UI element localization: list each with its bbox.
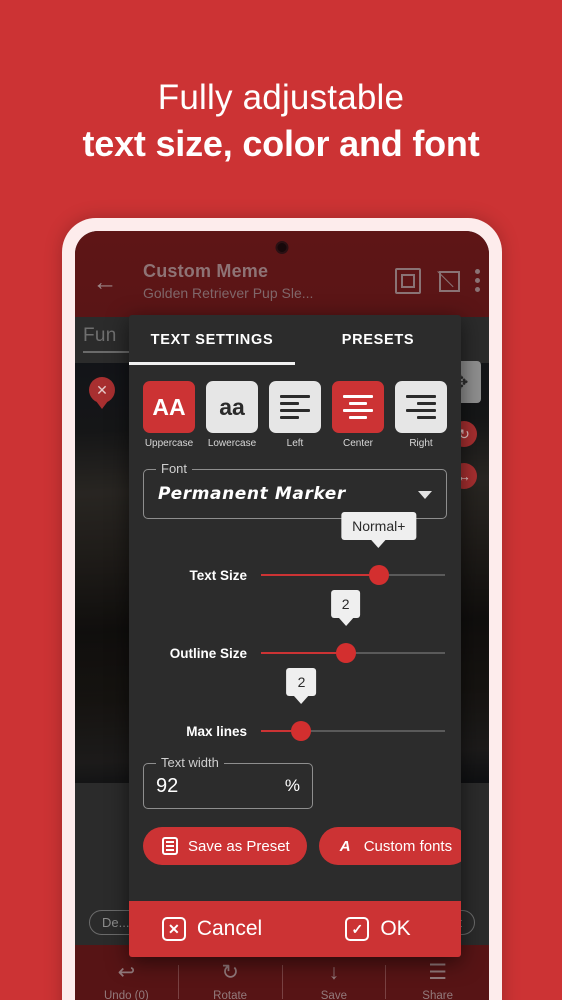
rotate-icon: ↻: [221, 961, 239, 984]
outline-size-slider[interactable]: 2: [261, 590, 445, 663]
app-top-bar: ← Custom Meme Golden Retriever Pup Sle..…: [75, 231, 489, 317]
text-settings-dialog: TEXT SETTINGS PRESETS AA Uppercase aa Lo…: [129, 315, 461, 957]
bottom-item-share[interactable]: ☰ Share: [386, 961, 489, 1000]
text-size-value-bubble: Normal+: [341, 512, 417, 548]
align-right-icon: [406, 395, 436, 419]
align-button-group: Left Center Right: [269, 381, 447, 449]
style-button-grid: AA Uppercase aa Lowercase Left Center Ri…: [143, 381, 447, 449]
max-lines-slider-row: Max lines 2: [143, 668, 447, 753]
outline-size-value-bubble: 2: [330, 590, 361, 626]
text-size-slider[interactable]: Normal+: [261, 512, 445, 585]
dialog-action-buttons: Save as Preset A Custom fonts: [143, 827, 461, 865]
max-lines-slider-knob[interactable]: [291, 721, 312, 741]
front-camera: [275, 241, 289, 254]
phone-screen: ← Custom Meme Golden Retriever Pup Sle..…: [75, 231, 489, 1000]
align-center-button[interactable]: Center: [332, 381, 384, 449]
align-left-icon: [280, 395, 310, 419]
app-title-block: Custom Meme Golden Retriever Pup Sle...: [143, 261, 343, 301]
frame-icon[interactable]: [395, 267, 421, 294]
save-icon: ↓: [328, 961, 340, 984]
text-width-value: 92: [156, 774, 179, 797]
custom-fonts-label: Custom fonts: [363, 837, 453, 855]
font-field-value: Permanent Marker: [158, 484, 346, 504]
outline-size-label: Outline Size: [169, 646, 247, 661]
close-icon: ✕: [161, 917, 186, 941]
ok-label: OK: [380, 917, 411, 940]
dialog-body: AA Uppercase aa Lowercase Left Center Ri…: [129, 365, 461, 901]
uppercase-glyph: AA: [152, 393, 186, 420]
max-lines-value-bubble: 2: [286, 668, 317, 704]
lowercase-button[interactable]: aa Lowercase: [206, 381, 258, 449]
custom-fonts-button[interactable]: A Custom fonts: [318, 827, 461, 865]
tab-text-settings[interactable]: TEXT SETTINGS: [129, 315, 295, 365]
app-title: Custom Meme: [143, 261, 269, 281]
dialog-tabs: TEXT SETTINGS PRESETS: [129, 315, 461, 365]
app-subtitle: Golden Retriever Pup Sle...: [143, 285, 314, 301]
close-badge-icon[interactable]: ✕: [89, 377, 115, 409]
align-right-label: Right: [409, 438, 433, 449]
crop-icon[interactable]: [435, 268, 461, 294]
font-icon: A: [339, 837, 351, 855]
app-top-bar-actions: [395, 267, 481, 294]
text-size-slider-row: Text Size Normal+: [143, 512, 447, 597]
align-center-icon: [343, 395, 373, 419]
max-lines-label: Max lines: [186, 724, 247, 739]
bottom-item-rotate-label: Rotate: [213, 990, 248, 1000]
bottom-item-rotate[interactable]: ↻ Rotate: [179, 961, 282, 1000]
bottom-item-share-label: Share: [422, 990, 453, 1000]
align-right-button[interactable]: Right: [395, 381, 447, 449]
preset-icon: [160, 837, 179, 856]
uppercase-label: Uppercase: [144, 438, 194, 449]
text-size-label: Text Size: [189, 568, 247, 583]
align-left-button[interactable]: Left: [269, 381, 321, 449]
promo-header: Fully adjustable text size, color and fo…: [0, 0, 562, 210]
lowercase-label: Lowercase: [207, 438, 257, 449]
save-as-preset-button[interactable]: Save as Preset: [143, 827, 307, 865]
text-size-slider-knob[interactable]: [368, 565, 389, 585]
text-width-input[interactable]: Text width 92 %: [143, 755, 313, 809]
align-center-label: Center: [342, 438, 373, 449]
dialog-footer: ✕ Cancel ✓ OK: [129, 901, 461, 957]
align-left-label: Left: [286, 438, 304, 449]
save-as-preset-label: Save as Preset: [188, 837, 290, 855]
bottom-item-save[interactable]: ↓ Save: [283, 961, 386, 1000]
cancel-button[interactable]: ✕ Cancel: [129, 917, 295, 941]
text-width-unit: %: [284, 776, 300, 795]
outline-size-slider-knob[interactable]: [335, 643, 356, 663]
max-lines-slider[interactable]: 2: [261, 668, 445, 741]
undo-icon: ↩: [117, 961, 136, 984]
case-button-group: AA Uppercase aa Lowercase: [143, 381, 258, 449]
overflow-menu-icon[interactable]: [475, 267, 481, 294]
tab-presets[interactable]: PRESETS: [295, 315, 461, 365]
text-width-label: Text width: [156, 755, 224, 770]
ok-button[interactable]: ✓ OK: [295, 917, 461, 941]
back-arrow-icon[interactable]: ←: [91, 269, 119, 297]
promo-headline-line1: Fully adjustable: [157, 78, 405, 117]
bottom-item-undo[interactable]: ↩ Undo (0): [75, 961, 178, 1000]
font-field-label: Font: [156, 461, 193, 476]
meme-top-text[interactable]: Fun: [83, 325, 149, 353]
check-icon: ✓: [345, 917, 370, 941]
outline-size-slider-row: Outline Size 2: [143, 590, 447, 675]
share-icon: ☰: [428, 961, 448, 984]
cancel-label: Cancel: [196, 917, 263, 940]
bottom-item-save-label: Save: [320, 990, 347, 1000]
phone-mockup: ← Custom Meme Golden Retriever Pup Sle..…: [62, 218, 502, 1000]
chevron-down-icon[interactable]: [418, 491, 432, 499]
lowercase-glyph: aa: [219, 393, 245, 420]
bottom-item-undo-label: Undo (0): [104, 990, 149, 1000]
uppercase-button[interactable]: AA Uppercase: [143, 381, 195, 449]
promo-headline-line2: text size, color and font: [82, 123, 480, 165]
